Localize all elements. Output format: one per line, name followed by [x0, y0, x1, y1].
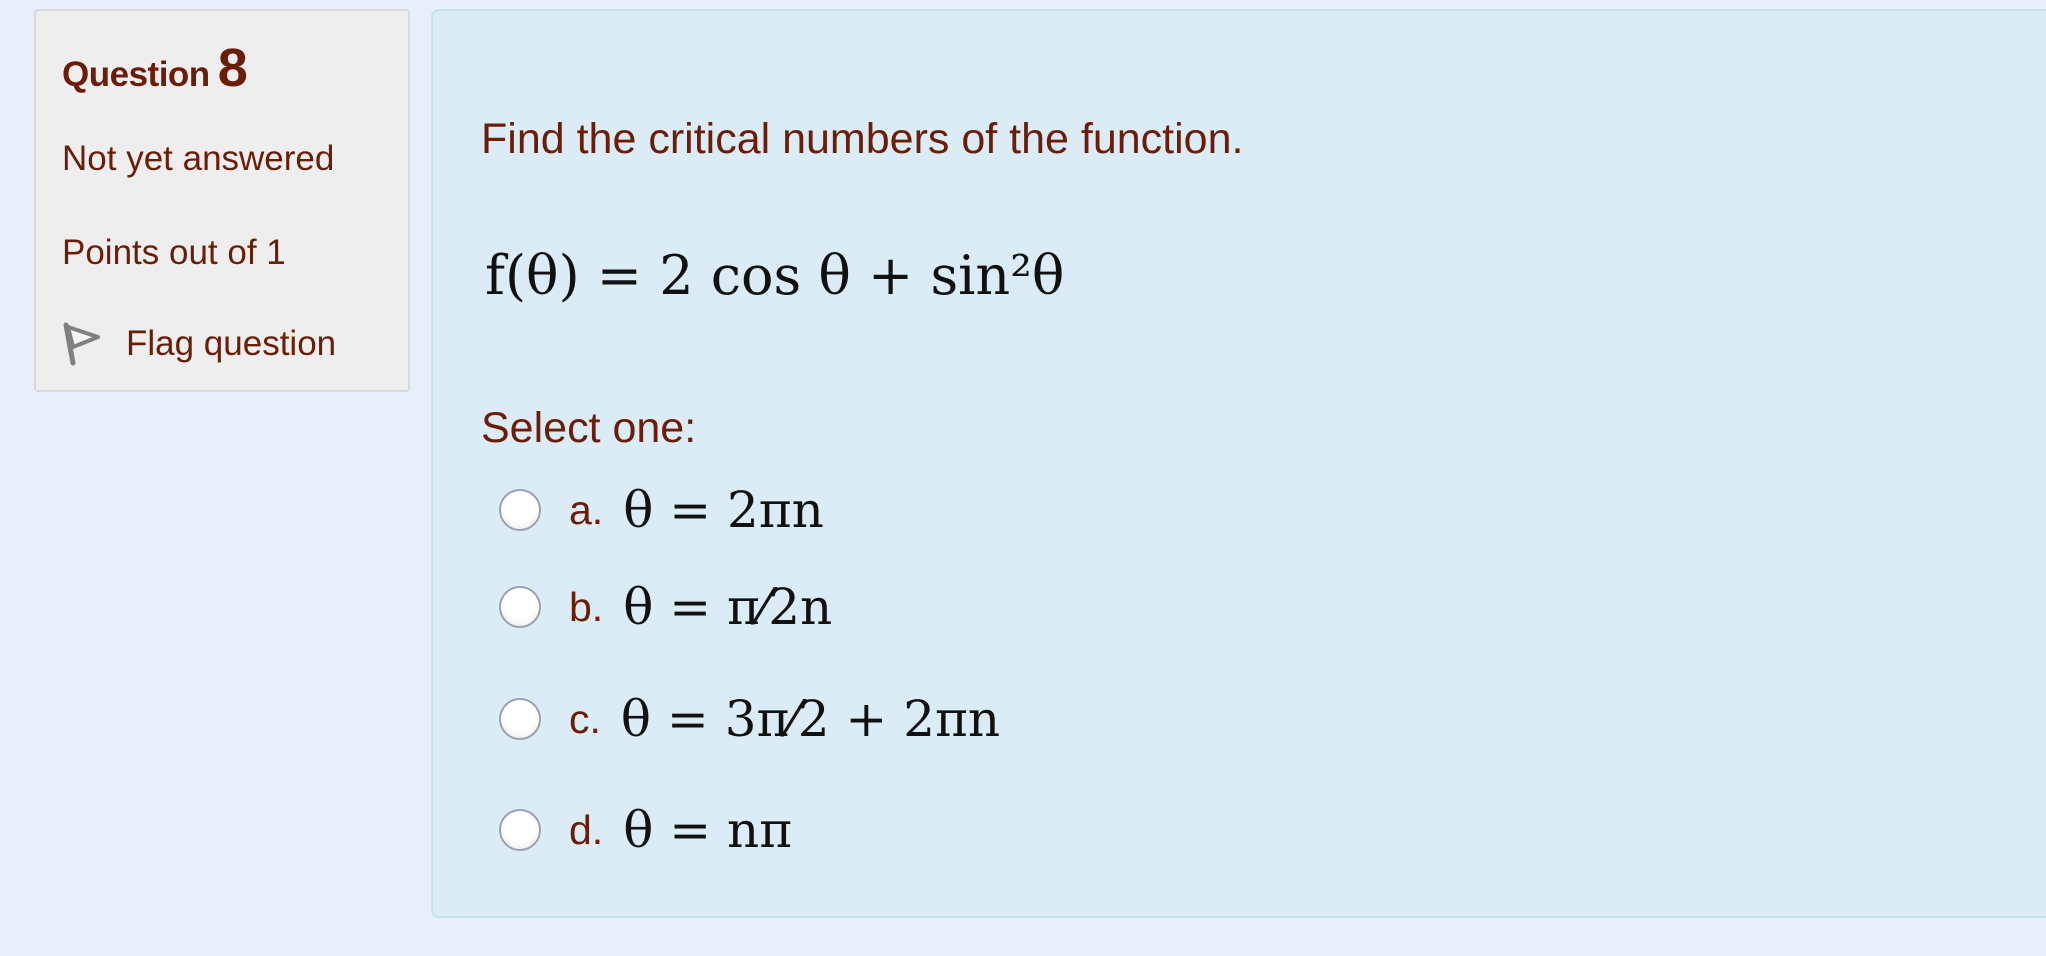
radio-icon[interactable]: [499, 698, 541, 740]
option-math: θ = 3π⁄2 + 2πn: [620, 690, 1001, 748]
option-letter: d.: [569, 806, 604, 853]
question-prompt: Find the critical numbers of the functio…: [481, 115, 1244, 163]
option-math: θ = π⁄2n: [623, 578, 833, 636]
flag-icon: [63, 322, 100, 366]
answer-option-a[interactable]: a. θ = 2πn: [499, 481, 824, 539]
option-math: θ = nπ: [623, 801, 793, 859]
question-state: Not yet answered: [62, 139, 335, 178]
flag-question-label: Flag question: [126, 324, 337, 363]
option-letter: b.: [569, 583, 604, 630]
question-title: Question 8: [62, 37, 248, 99]
question-grade: Points out of 1: [62, 233, 286, 272]
option-math: θ = 2πn: [623, 481, 824, 539]
option-letter: a.: [569, 486, 604, 533]
function-formula: f(θ) = 2 cos θ + sin²θ: [485, 244, 1065, 307]
select-one-label: Select one:: [481, 404, 697, 452]
question-info-panel: Question 8 Not yet answered Points out of…: [34, 9, 410, 392]
answer-option-d[interactable]: d. θ = nπ: [499, 801, 792, 859]
question-label: Question: [62, 55, 210, 94]
radio-icon[interactable]: [499, 809, 541, 851]
option-letter: c.: [569, 695, 601, 742]
answer-option-c[interactable]: c. θ = 3π⁄2 + 2πn: [499, 690, 1000, 748]
radio-icon[interactable]: [499, 489, 541, 531]
answer-option-b[interactable]: b. θ = π⁄2n: [499, 578, 832, 636]
question-content-panel: Find the critical numbers of the functio…: [431, 9, 2046, 918]
question-number: 8: [217, 38, 248, 98]
radio-icon[interactable]: [499, 586, 541, 628]
flag-question-button[interactable]: Flag question: [62, 316, 336, 372]
